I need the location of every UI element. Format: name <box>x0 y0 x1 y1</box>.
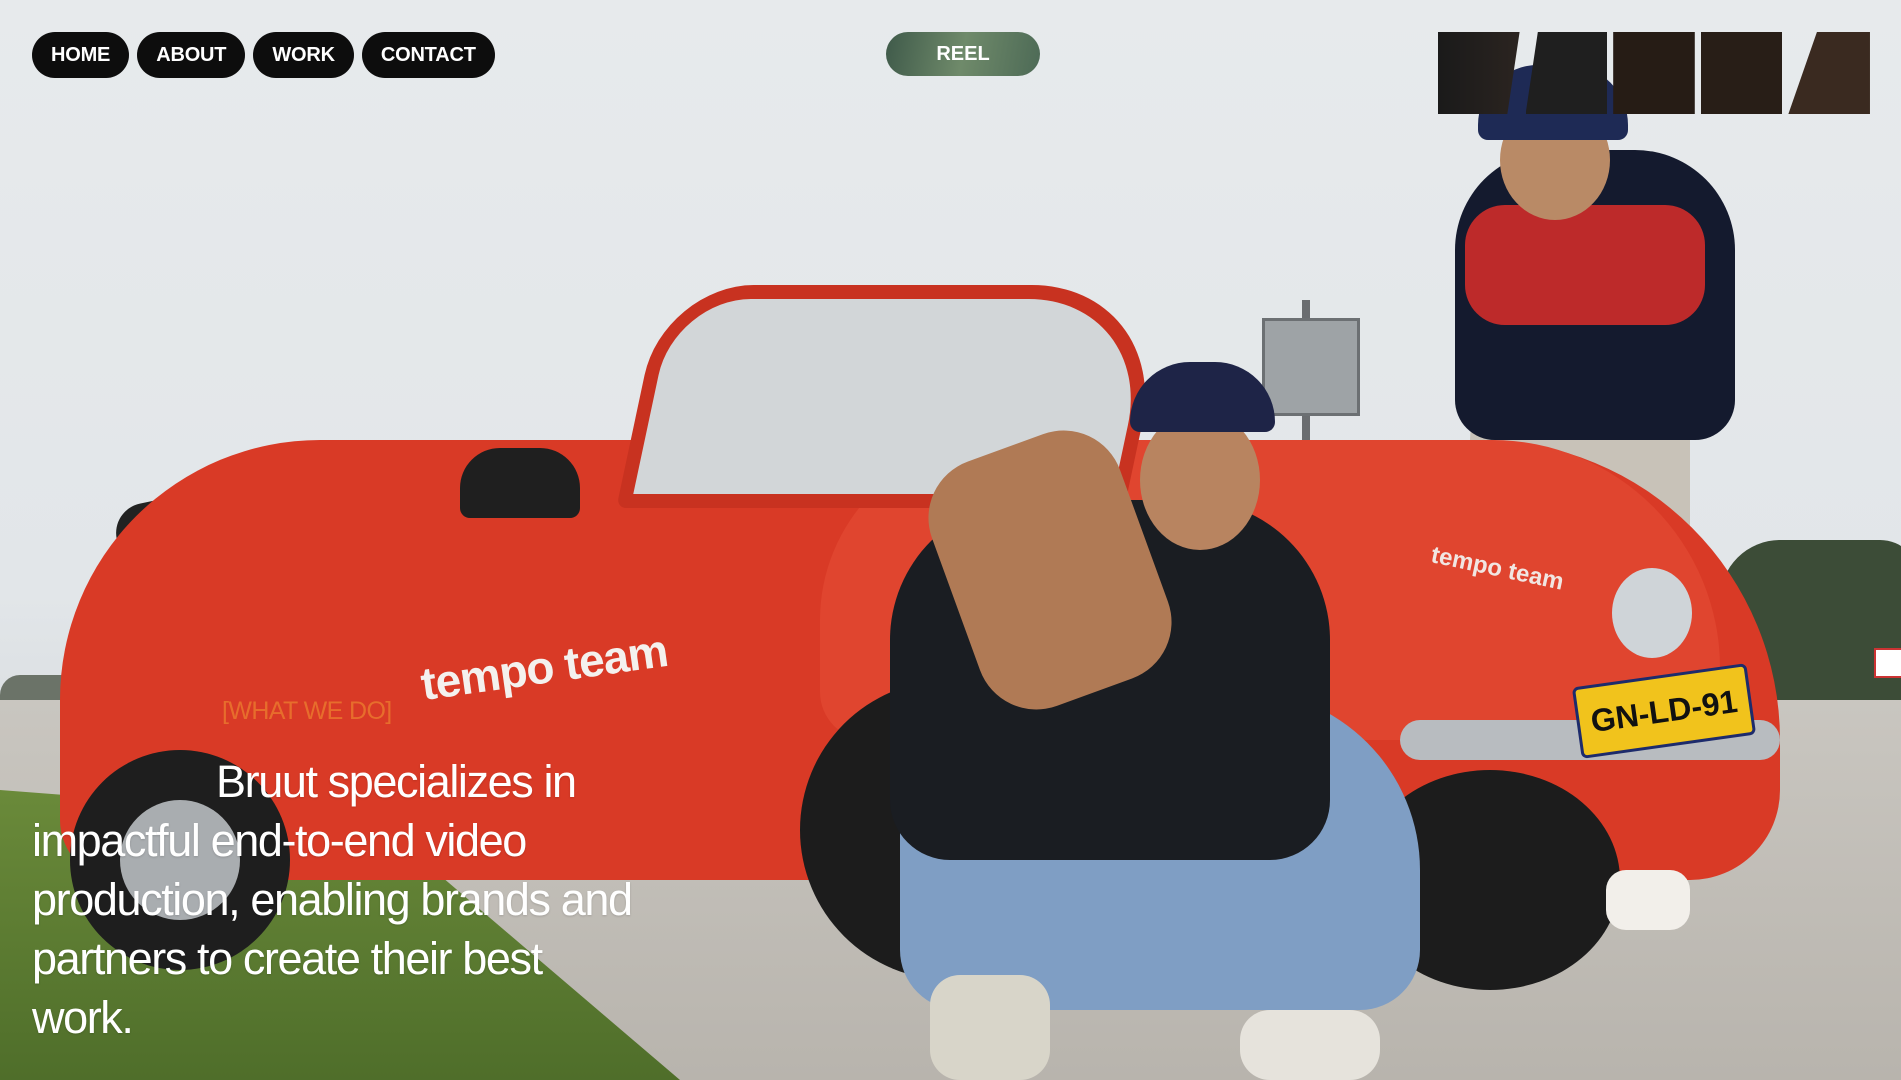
logo-letter-b <box>1438 32 1520 114</box>
bruut-logo[interactable] <box>1438 32 1870 114</box>
chevron-sign-far <box>1874 648 1901 678</box>
main-nav: HOME ABOUT WORK CONTACT <box>32 32 495 78</box>
road-sign <box>1262 318 1360 416</box>
person-standing-jacket-stripe <box>1465 205 1705 325</box>
section-label: [WHAT WE DO] <box>222 697 392 725</box>
nav-home-button[interactable]: HOME <box>32 32 130 78</box>
nav-contact-button[interactable]: CONTACT <box>361 32 495 78</box>
logo-letter-u2 <box>1700 32 1783 114</box>
logo-letter-t <box>1788 32 1870 114</box>
logo-letter-r <box>1525 32 1608 114</box>
reel-button[interactable]: REEL <box>886 32 1040 76</box>
nav-work-button[interactable]: WORK <box>253 32 354 78</box>
car-headlight <box>1612 568 1692 658</box>
hero-headline: Bruut specializes in impactful end-to-en… <box>32 756 633 1043</box>
person-standing-shoe <box>1606 870 1690 930</box>
person-crouching-shoe <box>930 975 1050 1080</box>
logo-letter-u <box>1613 32 1695 114</box>
nav-about-button[interactable]: ABOUT <box>137 32 246 78</box>
car-seat <box>460 448 580 518</box>
person-crouching-shoe-right <box>1240 1010 1380 1080</box>
